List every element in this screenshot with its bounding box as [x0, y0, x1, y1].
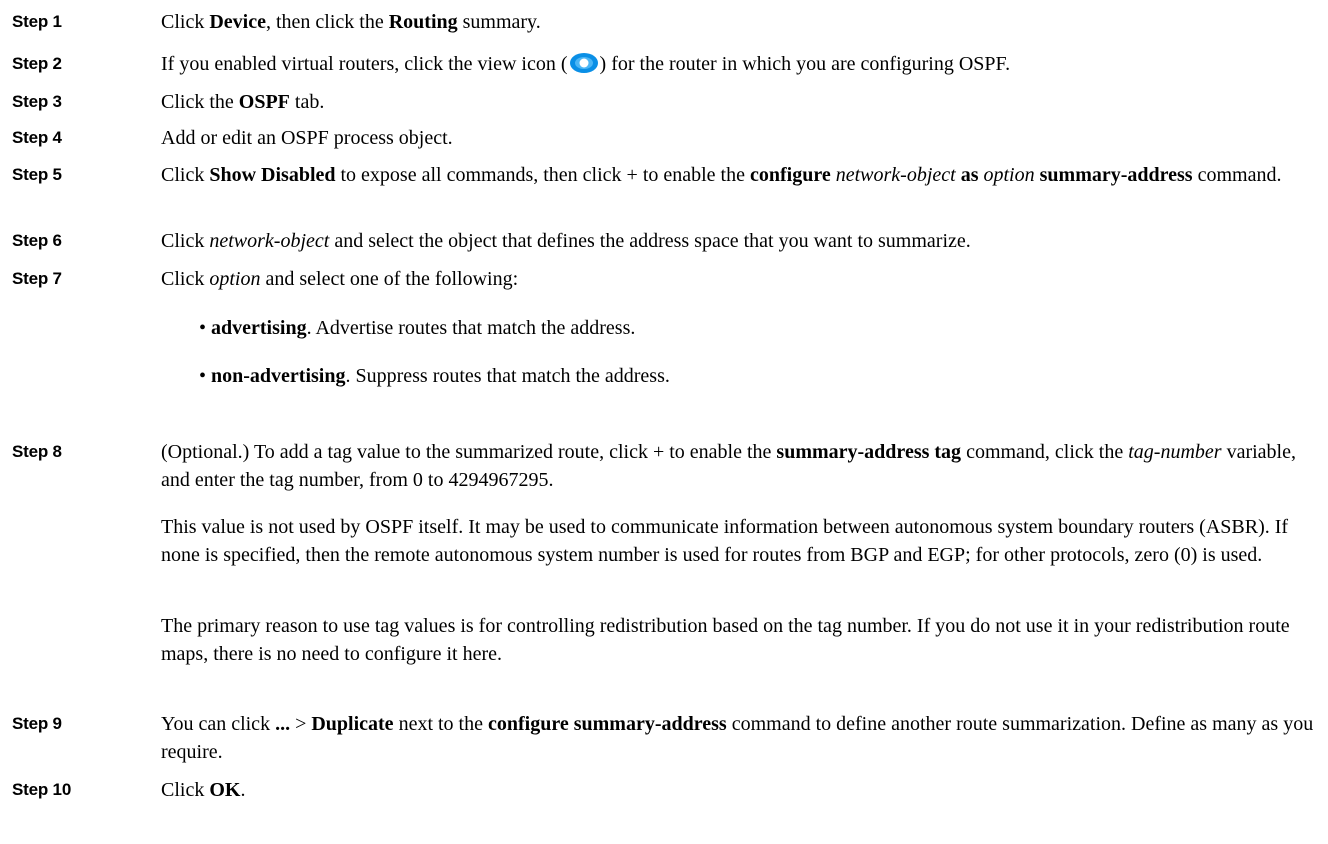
command-keyword: configure: [750, 164, 831, 186]
command-keyword: configure summary-address: [488, 713, 727, 735]
step-label: Step 4: [12, 128, 62, 147]
step-label: Step 3: [12, 92, 62, 111]
step-text: Click Device, then click the Routing sum…: [161, 11, 541, 33]
step-text: Click the OSPF tab.: [161, 91, 325, 113]
ui-term: Duplicate: [311, 713, 394, 735]
command-variable: network-object: [209, 230, 330, 252]
step-text: You can click ... > Duplicate next to th…: [161, 713, 1314, 763]
step-8-note: This value is not used by OSPF itself. I…: [161, 516, 1289, 566]
step-text: Add or edit an OSPF process object.: [161, 127, 453, 149]
step-label: Step 9: [12, 714, 62, 733]
step-text: Click Show Disabled to expose all comman…: [161, 164, 1282, 186]
step-label: Step 7: [12, 269, 62, 288]
command-keyword: summary-address: [1039, 164, 1193, 186]
step-label: Step 1: [12, 12, 62, 31]
ui-term: OK: [209, 779, 241, 801]
step-label: Step 8: [12, 442, 62, 461]
ui-term: Device: [209, 11, 266, 33]
option-term: advertising: [211, 317, 307, 339]
list-item: • advertising. Advertise routes that mat…: [199, 317, 636, 339]
ui-term: Routing: [388, 11, 458, 33]
command-variable: tag-number: [1128, 441, 1222, 463]
command-variable: network-object: [835, 164, 956, 186]
command-keyword: as: [960, 164, 979, 186]
step-text: If you enabled virtual routers, click th…: [161, 52, 1011, 75]
option-term: non-advertising: [211, 365, 346, 387]
step-text: Click network-object and select the obje…: [161, 230, 971, 252]
ui-term: ...: [275, 713, 291, 735]
ui-term: Show Disabled: [209, 164, 336, 186]
step-text: (Optional.) To add a tag value to the su…: [161, 441, 1296, 491]
eye-icon: [569, 52, 599, 74]
ui-term: OSPF: [238, 91, 290, 113]
step-8-note: The primary reason to use tag values is …: [161, 615, 1290, 665]
step-text: Click option and select one of the follo…: [161, 268, 519, 290]
step-text: Click OK.: [161, 779, 246, 801]
list-item: • non-advertising. Suppress routes that …: [199, 365, 670, 387]
step-label: Step 2: [12, 54, 62, 73]
step-label: Step 10: [12, 780, 72, 799]
command-variable: option: [209, 268, 261, 290]
step-label: Step 6: [12, 231, 62, 250]
command-variable: option: [983, 164, 1035, 186]
step-label: Step 5: [12, 165, 62, 184]
command-keyword: summary-address tag: [776, 441, 962, 463]
